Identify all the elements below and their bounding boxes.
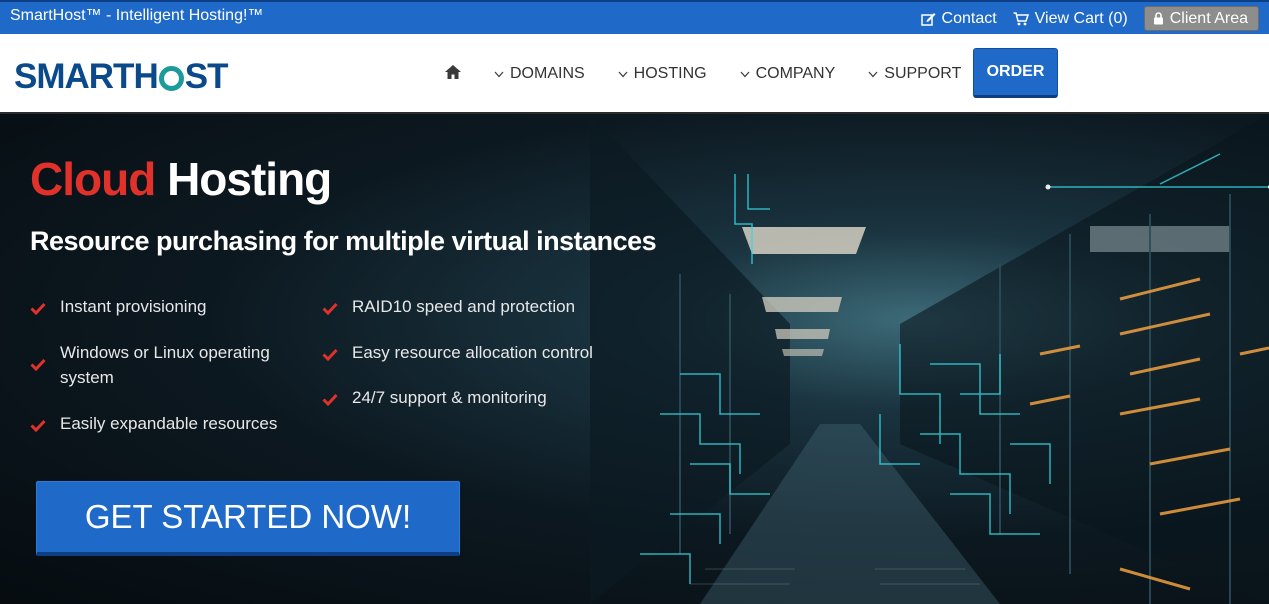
feature-item: Windows or Linux operating system: [30, 340, 290, 390]
hero-title: Cloud Hosting: [30, 152, 332, 206]
chevron-down-icon: [740, 71, 750, 77]
feature-item: Easy resource allocation control: [322, 340, 622, 368]
hero-subtitle: Resource purchasing for multiple virtual…: [30, 226, 657, 256]
checkmark-icon: [30, 411, 52, 439]
feature-item: Easily expandable resources: [30, 411, 290, 439]
nav-label-support: SUPPORT: [884, 65, 962, 82]
nav-label-company: COMPANY: [755, 65, 836, 82]
top-bar: SmartHost™ - Intelligent Hosting!™ Conta…: [0, 0, 1269, 34]
feature-label: Easily expandable resources: [60, 414, 278, 433]
logo-text-h: H: [133, 57, 158, 96]
chevron-down-icon: [494, 71, 504, 77]
order-button[interactable]: ORDER: [973, 48, 1058, 98]
client-area-label: Client Area: [1169, 9, 1248, 27]
main-nav: DOMAINS HOSTING COMPANY SUPPORT: [444, 34, 994, 114]
checkmark-icon: [322, 340, 344, 368]
nav-label-domains: DOMAINS: [510, 65, 585, 82]
top-links: Contact View Cart (0) Client Area: [905, 6, 1259, 31]
checkmark-icon: [30, 340, 52, 390]
feature-item: 24/7 support & monitoring: [322, 385, 622, 413]
logo-text-st: ST: [184, 57, 229, 96]
contact-link[interactable]: Contact: [920, 9, 997, 28]
checkmark-icon: [322, 385, 344, 413]
hero-banner: Cloud Hosting Resource purchasing for mu…: [0, 114, 1269, 604]
cart-icon: [1013, 11, 1029, 25]
main-header: SMART H ST DOMAINS HOSTING COMPANY SUPPORT…: [0, 34, 1269, 114]
home-icon[interactable]: [444, 64, 462, 85]
nav-item-domains[interactable]: DOMAINS: [494, 65, 585, 83]
feature-label: Instant provisioning: [60, 297, 207, 316]
lock-icon: [1153, 12, 1163, 25]
chevron-down-icon: [618, 71, 628, 77]
get-started-button[interactable]: GET STARTED NOW!: [36, 481, 460, 556]
contact-label: Contact: [941, 9, 997, 27]
logo-o-ring: [158, 65, 184, 91]
feature-label: Windows or Linux operating system: [60, 343, 270, 387]
feature-item: RAID10 speed and protection: [322, 294, 622, 322]
smarthost-logo[interactable]: SMART H ST: [14, 57, 229, 97]
chevron-down-icon: [868, 71, 878, 77]
feature-label: 24/7 support & monitoring: [352, 388, 547, 407]
feature-label: Easy resource allocation control: [352, 343, 593, 362]
hero-title-cloud: Cloud: [30, 153, 156, 205]
checkmark-icon: [322, 294, 344, 322]
logo-text-smart: SMART: [14, 57, 134, 96]
hero-title-hosting: Hosting: [167, 153, 332, 205]
checkmark-icon: [30, 294, 52, 322]
feature-item: Instant provisioning: [30, 294, 290, 322]
edit-icon: [920, 12, 936, 26]
nav-item-support[interactable]: SUPPORT: [868, 65, 961, 83]
view-cart-link[interactable]: View Cart (0): [1013, 10, 1128, 28]
nav-item-company[interactable]: COMPANY: [740, 65, 836, 83]
tagline: SmartHost™ - Intelligent Hosting!™: [10, 7, 264, 24]
nav-item-hosting[interactable]: HOSTING: [618, 65, 707, 83]
client-area-button[interactable]: Client Area: [1143, 6, 1259, 31]
feature-label: RAID10 speed and protection: [352, 297, 576, 316]
nav-label-hosting: HOSTING: [633, 65, 707, 82]
view-cart-label: View Cart (0): [1034, 9, 1128, 27]
